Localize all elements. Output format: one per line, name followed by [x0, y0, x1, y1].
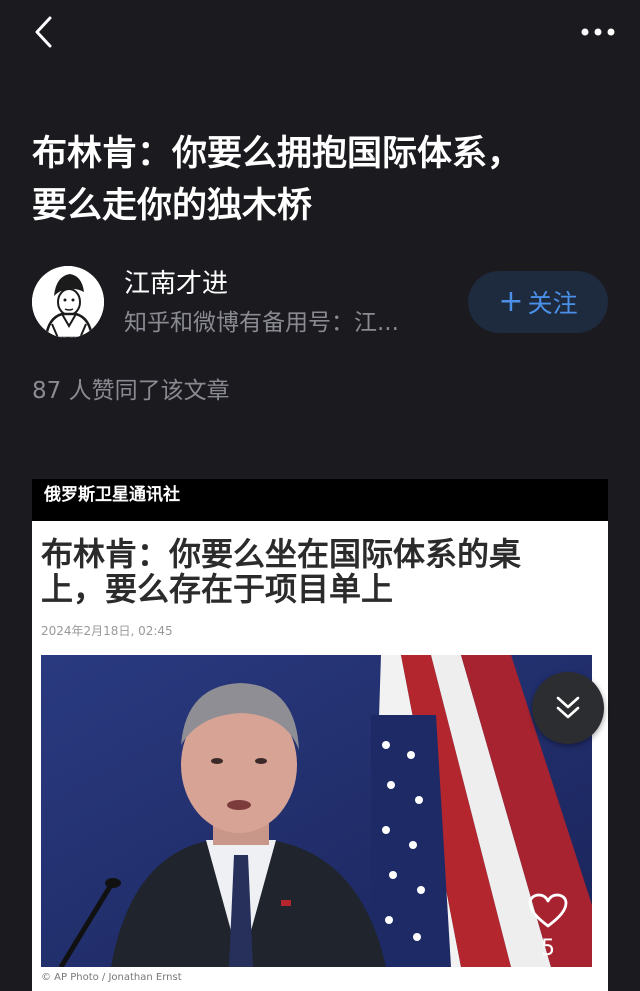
article-page: 布林肯：你要么拥抱国际体系， 要么走你的独木桥 江南才进 知乎和微博有备用号：江…	[0, 0, 640, 991]
like-count: 5	[541, 936, 555, 961]
more-horizontal-icon	[581, 28, 615, 36]
embed-title: 布林肯：你要么坐在国际体系的桌 上，要么存在于项目单上	[41, 537, 561, 607]
embed-title-line2: 上，要么存在于项目单上	[41, 570, 394, 608]
follow-button[interactable]: + 关注	[468, 271, 608, 333]
top-bar	[0, 0, 640, 66]
embed-source-header: 俄罗斯卫星通讯社	[32, 479, 608, 521]
scroll-down-button[interactable]	[532, 672, 604, 744]
avatar-portrait-icon	[32, 266, 104, 338]
embed-title-line1: 布林肯：你要么坐在国际体系的桌	[41, 535, 522, 573]
article-title-line1: 布林肯：你要么拥抱国际体系，	[32, 134, 523, 174]
author-avatar[interactable]	[32, 266, 104, 338]
article-title: 布林肯：你要么拥抱国际体系， 要么走你的独木桥	[32, 128, 612, 232]
like-button[interactable]	[522, 888, 574, 934]
embed-photo-credit: © AP Photo / Jonathan Ernst	[41, 972, 182, 983]
more-button[interactable]	[578, 12, 618, 52]
double-chevron-down-icon	[556, 696, 580, 719]
back-button[interactable]	[24, 12, 64, 52]
author-bio: 知乎和微博有备用号：江...	[124, 310, 399, 336]
embed-photo	[41, 655, 592, 967]
article-title-line2: 要么走你的独木桥	[32, 186, 313, 226]
likes-count-text: 87 人赞同了该文章	[32, 378, 230, 404]
author-name[interactable]: 江南才进	[124, 266, 228, 302]
photo-illustration	[41, 655, 592, 967]
heart-outline-icon	[528, 893, 568, 928]
chevron-left-icon	[35, 16, 52, 48]
plus-icon: +	[498, 284, 524, 319]
embed-date: 2024年2月18日, 02:45	[41, 624, 173, 638]
follow-label: 关注	[527, 289, 578, 318]
